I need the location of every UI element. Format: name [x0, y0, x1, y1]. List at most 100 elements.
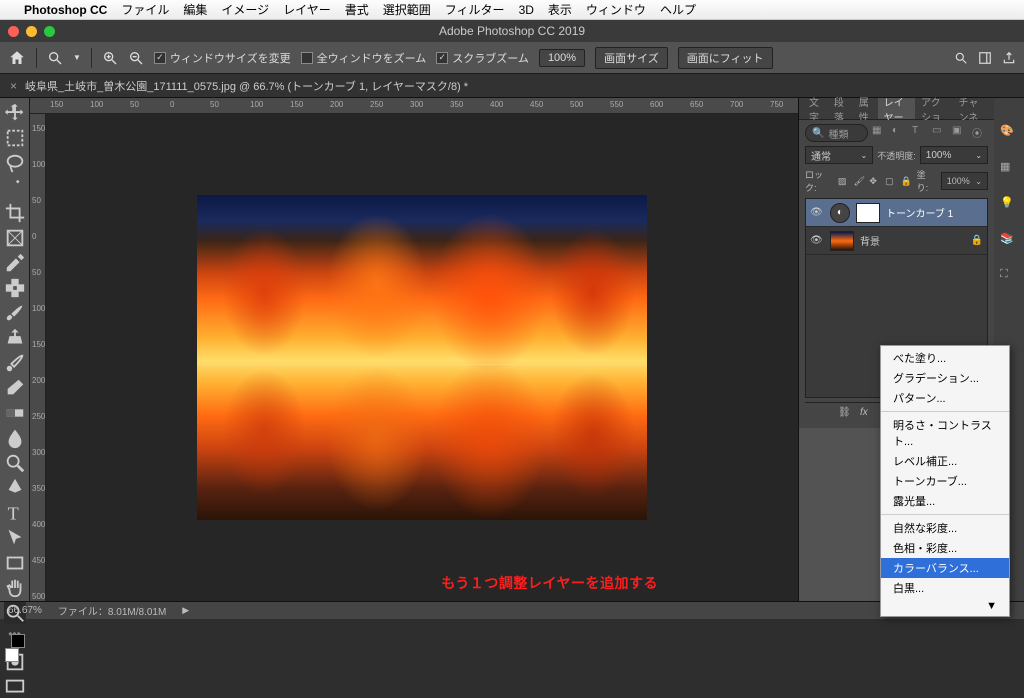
background-color-swatch[interactable] [11, 634, 25, 648]
blend-mode-dropdown[interactable]: 通常⌄ [805, 146, 873, 164]
doc-size[interactable]: ファイル：8.01M/8.01M [58, 603, 166, 618]
menu-item[interactable]: 明るさ・コントラスト... [881, 415, 1009, 451]
frame-tool-icon[interactable] [4, 227, 26, 249]
scrubby-checkbox[interactable]: ✓スクラブズーム [436, 50, 529, 66]
visibility-icon[interactable]: 👁 [810, 207, 824, 218]
color-panel-icon[interactable]: 🎨 [1000, 124, 1018, 142]
menu-edit[interactable]: 編集 [183, 1, 207, 18]
search-icon[interactable] [954, 51, 968, 65]
libraries-panel-icon[interactable]: 📚 [1000, 232, 1018, 250]
menu-item[interactable]: 色相・彩度... [881, 538, 1009, 558]
zoom-out-icon[interactable] [128, 50, 144, 66]
zoom-tool-icon[interactable] [47, 50, 63, 66]
adjustment-thumb-icon[interactable]: ◐ [830, 203, 850, 223]
filter-adjust-icon[interactable]: ◐ [892, 125, 908, 141]
home-icon[interactable] [8, 49, 26, 67]
lock-transparent-icon[interactable]: ▨ [838, 176, 850, 187]
tab-paragraph[interactable]: 段落 [828, 98, 853, 119]
blur-tool-icon[interactable] [4, 427, 26, 449]
close-window-icon[interactable] [8, 26, 19, 37]
menu-item[interactable]: カラーバランス... [881, 558, 1009, 578]
menu-image[interactable]: イメージ [221, 1, 269, 18]
layer-name[interactable]: トーンカーブ 1 [886, 205, 953, 220]
menu-view[interactable]: 表示 [548, 1, 572, 18]
filter-pixel-icon[interactable]: ▦ [872, 125, 888, 141]
marquee-tool-icon[interactable] [4, 127, 26, 149]
menu-item[interactable]: べた塗り... [881, 348, 1009, 368]
chevron-down-icon[interactable]: ▼ [73, 53, 81, 62]
menu-file[interactable]: ファイル [121, 1, 169, 18]
canvas-viewport[interactable]: もう１つ調整レイヤーを追加する [46, 114, 798, 601]
app-name[interactable]: Photoshop CC [24, 3, 107, 17]
minimize-window-icon[interactable] [26, 26, 37, 37]
move-tool-icon[interactable] [4, 102, 26, 124]
layer-row[interactable]: 👁 背景 🔒 [806, 227, 987, 255]
eyedropper-tool-icon[interactable] [4, 252, 26, 274]
tab-channels[interactable]: チャンネ [952, 98, 990, 119]
tab-actions[interactable]: アクショ [915, 98, 952, 119]
fit-screen-button[interactable]: 画面サイズ [595, 47, 668, 69]
type-tool-icon[interactable]: T [4, 502, 26, 524]
history-brush-tool-icon[interactable] [4, 352, 26, 374]
share-icon[interactable] [1002, 51, 1016, 65]
adjustments-panel-icon[interactable]: 💡 [1000, 196, 1018, 214]
lasso-tool-icon[interactable] [4, 152, 26, 174]
menu-item[interactable]: パターン... [881, 388, 1009, 408]
menu-layer[interactable]: レイヤー [283, 1, 331, 18]
menu-type[interactable]: 書式 [345, 1, 369, 18]
menu-window[interactable]: ウィンドウ [586, 1, 646, 18]
menu-filter[interactable]: フィルター [445, 1, 505, 18]
filter-type-icon[interactable]: T [912, 125, 928, 141]
menu-item[interactable]: 露光量... [881, 491, 1009, 511]
maximize-window-icon[interactable] [44, 26, 55, 37]
clone-stamp-tool-icon[interactable] [4, 327, 26, 349]
zoom-all-checkbox[interactable]: 全ウィンドウをズーム [301, 50, 427, 66]
layer-row[interactable]: 👁 ◐ トーンカーブ 1 [806, 199, 987, 227]
lock-artboard-icon[interactable]: ▢ [885, 176, 897, 187]
status-chevron-icon[interactable]: ▶ [182, 605, 189, 616]
brush-tool-icon[interactable] [4, 302, 26, 324]
fit-window-button[interactable]: 画面にフィット [678, 47, 773, 69]
filter-smart-icon[interactable]: ▣ [952, 125, 968, 141]
adjustment-layer-menu[interactable]: べた塗り...グラデーション...パターン... 明るさ・コントラスト...レベル… [880, 345, 1010, 617]
zoom-100-button[interactable]: 100% [539, 49, 585, 67]
opacity-input[interactable]: 100%⌄ [920, 146, 988, 164]
foreground-color-swatch[interactable] [5, 648, 19, 662]
eraser-tool-icon[interactable] [4, 377, 26, 399]
menu-item[interactable]: 自然な彩度... [881, 518, 1009, 538]
lock-paint-icon[interactable]: 🖌 [854, 176, 866, 187]
resize-windows-checkbox[interactable]: ✓ウィンドウサイズを変更 [154, 50, 291, 66]
menu-scroll-down-icon[interactable]: ▼ [881, 598, 1009, 614]
wand-tool-icon[interactable] [4, 177, 26, 199]
menu-item[interactable]: トーンカーブ... [881, 471, 1009, 491]
tab-layers[interactable]: レイヤー [878, 98, 916, 119]
lock-all-icon[interactable]: 🔒 [901, 176, 913, 187]
fill-input[interactable]: 100%⌄ [941, 172, 988, 190]
layer-fx-icon[interactable]: fx [860, 407, 874, 421]
spot-heal-tool-icon[interactable] [4, 277, 26, 299]
menu-3d[interactable]: 3D [519, 3, 534, 17]
lock-position-icon[interactable]: ✥ [869, 176, 881, 187]
menu-help[interactable]: ヘルプ [660, 1, 696, 18]
visibility-icon[interactable]: 👁 [810, 235, 824, 246]
close-tab-icon[interactable]: × [10, 79, 17, 93]
filter-shape-icon[interactable]: ▭ [932, 125, 948, 141]
navigator-panel-icon[interactable]: ⛶ [1000, 268, 1018, 286]
tab-properties[interactable]: 属性 [853, 98, 878, 119]
filter-toggle-icon[interactable]: ⦿ [972, 125, 988, 141]
document-tab[interactable]: 岐阜県_土岐市_曽木公園_171111_0575.jpg @ 66.7% (トー… [25, 78, 468, 94]
menu-item[interactable]: グラデーション... [881, 368, 1009, 388]
hand-tool-icon[interactable] [4, 577, 26, 599]
dodge-tool-icon[interactable] [4, 452, 26, 474]
menu-item[interactable]: 白黒... [881, 578, 1009, 598]
path-select-tool-icon[interactable] [4, 527, 26, 549]
zoom-percent[interactable]: 66.67% [8, 605, 42, 616]
crop-tool-icon[interactable] [4, 202, 26, 224]
layer-thumb[interactable] [830, 231, 854, 251]
link-layers-icon[interactable]: ⛓ [838, 407, 852, 421]
ruler-horizontal[interactable]: 1501005005010015020025030035040045050055… [30, 98, 798, 114]
gradient-tool-icon[interactable] [4, 402, 26, 424]
traffic-lights[interactable] [8, 26, 55, 37]
menu-item[interactable]: レベル補正... [881, 451, 1009, 471]
zoom-in-icon[interactable] [102, 50, 118, 66]
